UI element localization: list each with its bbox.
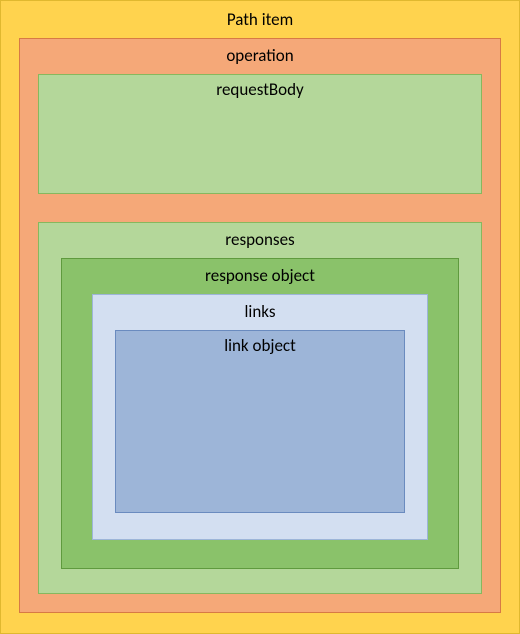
path-item-box: Path item operation requestBody response…: [0, 0, 520, 634]
link-object-label: link object: [116, 331, 404, 364]
responses-label: responses: [61, 225, 459, 258]
operation-box: operation requestBody responses response…: [19, 38, 501, 613]
request-body-label: requestBody: [39, 75, 481, 108]
link-object-box: link object: [115, 330, 405, 513]
links-label: links: [115, 297, 405, 330]
links-box: links link object: [92, 294, 428, 540]
response-object-box: response object links link object: [61, 258, 459, 569]
response-object-label: response object: [92, 261, 428, 294]
path-item-label: Path item: [19, 5, 501, 38]
request-body-box: requestBody: [38, 74, 482, 194]
operation-label: operation: [38, 41, 482, 74]
responses-box: responses response object links link obj…: [38, 222, 482, 594]
